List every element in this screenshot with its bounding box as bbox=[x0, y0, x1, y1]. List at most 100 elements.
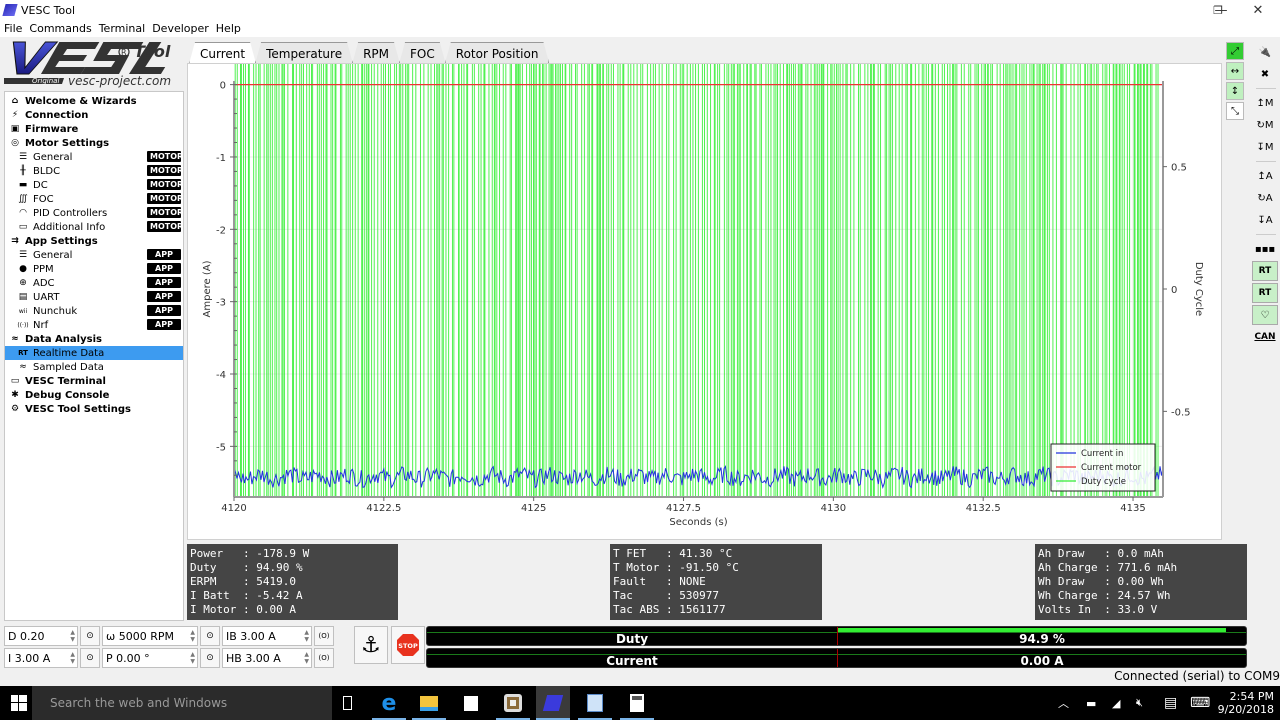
gamepad-icon: ● bbox=[19, 264, 27, 274]
set-brake-button[interactable]: (O) bbox=[314, 626, 334, 646]
y-tick-label: -3 bbox=[216, 298, 226, 309]
tab-rotor-position[interactable]: Rotor Position bbox=[445, 42, 550, 64]
sidebar-item-debug-console[interactable]: ✱ Debug Console bbox=[5, 388, 183, 402]
sidebar-item-sampled-data[interactable]: ≈ Sampled Data bbox=[5, 360, 183, 374]
handbrake-input[interactable]: HB 3.00 A ▲ ▼ bbox=[222, 648, 312, 668]
zoom-vertical-button[interactable]: ↕ bbox=[1226, 82, 1244, 100]
sidebar-item-welcome-wizards[interactable]: ⌂ Welcome & Wizards bbox=[5, 94, 183, 108]
write-app-config-button[interactable]: ↧A bbox=[1252, 210, 1278, 230]
calculator-icon[interactable] bbox=[626, 692, 648, 714]
realtime-app-button[interactable]: RT bbox=[1252, 283, 1278, 303]
tab-foc[interactable]: FOC bbox=[399, 42, 446, 64]
sidebar-item-bldc[interactable]: ╫ BLDC MOTOR bbox=[5, 164, 183, 178]
duty-input[interactable]: D 0.20 ▲ ▼ bbox=[4, 626, 78, 646]
write-motor-config-button[interactable]: ↧M bbox=[1252, 137, 1278, 157]
tab-rpm[interactable]: RPM bbox=[352, 42, 400, 64]
control-row-2: I 3.00 A ▲ ▼ ⊙ P 0.00 ° ▲ ▼ ⊙ HB 3.00 A ▲ ▼ (O… bbox=[4, 648, 336, 668]
read-default-motor-config-button[interactable]: ↻M bbox=[1252, 115, 1278, 135]
menu-help[interactable]: Help bbox=[216, 22, 241, 35]
sidebar-item-pid-controllers[interactable]: ◠ PID Controllers MOTOR bbox=[5, 206, 183, 220]
clock[interactable]: 2:54 PM 9/20/2018 bbox=[1218, 686, 1274, 720]
menu-file[interactable]: File bbox=[4, 22, 22, 35]
sidebar-item-additional-info[interactable]: ▭ Additional Info MOTOR bbox=[5, 220, 183, 234]
read-app-config-button[interactable]: ↥A bbox=[1252, 166, 1278, 186]
task-view-icon[interactable] bbox=[336, 692, 358, 714]
position-input[interactable]: P 0.00 ° ▲ ▼ bbox=[102, 648, 198, 668]
connect-button[interactable]: 🔌 bbox=[1252, 42, 1278, 62]
info-line: Duty : 94.90 % bbox=[190, 561, 303, 574]
sidebar-item-vesc-tool-settings[interactable]: ⚙ VESC Tool Settings bbox=[5, 402, 183, 416]
sidebar-badge: APP bbox=[147, 319, 181, 330]
sliders-icon: ☰ bbox=[18, 250, 28, 260]
title-bar: VESC Tool bbox=[0, 0, 1280, 20]
toolbar-separator bbox=[1256, 88, 1276, 89]
can-forward-button[interactable]: CAN bbox=[1252, 327, 1278, 347]
sidebar-item-connection[interactable]: ⚡ Connection bbox=[5, 108, 183, 122]
sidebar-item-label: App Settings bbox=[25, 235, 98, 247]
edge-browser-icon[interactable]: e bbox=[378, 691, 400, 716]
taskbar-search[interactable]: Search the web and Windows bbox=[32, 686, 332, 720]
brake-current-input[interactable]: IB 3.00 A ▲ ▼ bbox=[222, 626, 312, 646]
wifi-icon[interactable]: ◢ bbox=[1112, 686, 1120, 720]
x-tick-label: 4120 bbox=[221, 503, 246, 514]
keyboard-icon: ▤ bbox=[18, 292, 28, 302]
sidebar-item-app-settings[interactable]: ⇉ App Settings bbox=[5, 234, 183, 248]
file-explorer-icon[interactable] bbox=[418, 692, 440, 714]
menu-terminal[interactable]: Terminal bbox=[99, 22, 146, 35]
rescale-button[interactable]: ⤡ bbox=[1226, 102, 1244, 120]
set-handbrake-button[interactable]: (O) bbox=[314, 648, 334, 668]
bug-icon: ✱ bbox=[11, 390, 19, 400]
sidebar-item-dc[interactable]: ▬ DC MOTOR bbox=[5, 178, 183, 192]
sidebar-item-vesc-terminal[interactable]: ▭ VESC Terminal bbox=[5, 374, 183, 388]
sidebar-item-adc[interactable]: ⊕ ADC APP bbox=[5, 276, 183, 290]
sidebar-item-general[interactable]: ☰ General APP bbox=[5, 248, 183, 262]
sidebar-item-label: Nunchuk bbox=[33, 305, 78, 317]
battery-icon[interactable]: ▬ bbox=[1086, 686, 1096, 720]
stop-button[interactable]: STOP bbox=[391, 626, 425, 664]
close-button[interactable]: ✕ bbox=[1238, 0, 1278, 20]
action-center-icon[interactable]: ▤ bbox=[1164, 686, 1177, 720]
sidebar-item-firmware[interactable]: ▣ Firmware bbox=[5, 122, 183, 136]
sidebar-item-ppm[interactable]: ● PPM APP bbox=[5, 262, 183, 276]
zoom-both-button[interactable]: ⤢ bbox=[1226, 42, 1244, 60]
realtime-data-button[interactable]: RT bbox=[1252, 261, 1278, 281]
motor-detect-button[interactable]: ▪▪▪ bbox=[1252, 239, 1278, 259]
store-icon[interactable] bbox=[460, 692, 482, 714]
tab-current[interactable]: Current bbox=[189, 42, 256, 64]
set-current-button[interactable]: ⊙ bbox=[80, 648, 100, 668]
set-rpm-button[interactable]: ⊙ bbox=[200, 626, 220, 646]
info-line: ERPM : 5419.0 bbox=[190, 575, 296, 588]
set-duty-button[interactable]: ⊙ bbox=[80, 626, 100, 646]
sidebar-item-realtime-data[interactable]: RT Realtime Data bbox=[5, 346, 183, 360]
sidebar-item-uart[interactable]: ▤ UART APP bbox=[5, 290, 183, 304]
menu-commands[interactable]: Commands bbox=[29, 22, 91, 35]
legend-label: Current motor bbox=[1081, 463, 1142, 473]
tray-chevron-icon[interactable]: ︿ bbox=[1058, 686, 1069, 720]
sidebar-item-nunchuk[interactable]: wii Nunchuk APP bbox=[5, 304, 183, 318]
zoom-horizontal-button[interactable]: ↔ bbox=[1226, 62, 1244, 80]
touch-keyboard-icon[interactable]: ⌨ bbox=[1190, 686, 1210, 720]
maximize-button[interactable]: ❐ bbox=[1198, 0, 1238, 20]
sidebar-item-foc[interactable]: ∭ FOC MOTOR bbox=[5, 192, 183, 206]
read-default-app-config-button[interactable]: ↻A bbox=[1252, 188, 1278, 208]
set-position-button[interactable]: ⊙ bbox=[200, 648, 220, 668]
volume-muted-icon[interactable]: 🔇︎ bbox=[1136, 686, 1143, 720]
rpm-input[interactable]: ω 5000 RPM ▲ ▼ bbox=[102, 626, 198, 646]
read-motor-config-button[interactable]: ↥M bbox=[1252, 93, 1278, 113]
tab-temperature[interactable]: Temperature bbox=[255, 42, 353, 64]
menu-developer[interactable]: Developer bbox=[152, 22, 209, 35]
disconnect-button[interactable]: ✖ bbox=[1252, 64, 1278, 84]
vesc-taskbar-icon[interactable] bbox=[536, 686, 570, 720]
current-chart[interactable]: 0 -1 -2 -3 -4 -5 0.5 0 -0.5 4120 4122.5 4125 4127.5 4… bbox=[188, 56, 1223, 541]
sidebar-item-general[interactable]: ☰ General MOTOR bbox=[5, 150, 183, 164]
sidebar-item-data-analysis[interactable]: ≈ Data Analysis bbox=[5, 332, 183, 346]
current-input[interactable]: I 3.00 A ▲ ▼ bbox=[4, 648, 78, 668]
info-line: Fault : NONE bbox=[613, 575, 706, 588]
sidebar-item-motor-settings[interactable]: ◎ Motor Settings bbox=[5, 136, 183, 150]
sidebar-item-nrf[interactable]: ((·)) Nrf APP bbox=[5, 318, 183, 332]
document-app-icon[interactable] bbox=[584, 692, 606, 714]
keepalive-heart-button[interactable]: ♡ bbox=[1252, 305, 1278, 325]
app-icon-clock[interactable] bbox=[502, 692, 524, 714]
anchor-button[interactable]: ⚓ bbox=[354, 626, 388, 664]
windows-start-icon[interactable] bbox=[8, 692, 30, 714]
